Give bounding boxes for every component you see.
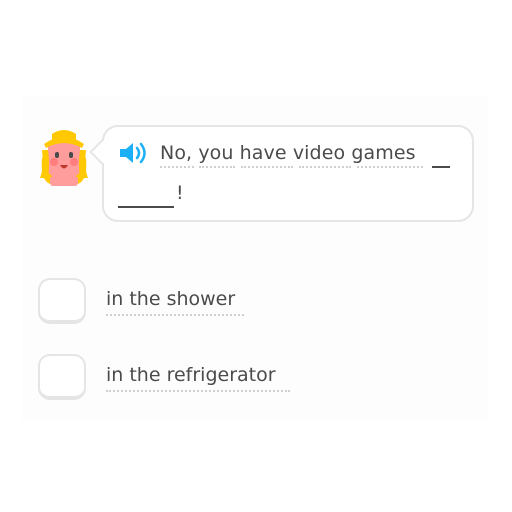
sentence-end: ! (176, 182, 184, 204)
answer-blank (432, 166, 450, 168)
word-hint-underline[interactable] (241, 166, 293, 168)
option-label: in the refrigerator (106, 364, 276, 386)
word-hint-underline[interactable] (357, 166, 423, 168)
word-hint-underline[interactable] (299, 166, 351, 168)
option-checkbox[interactable] (38, 354, 86, 400)
character-avatar-icon (40, 130, 88, 186)
sentence-text: No, you have video games (160, 142, 416, 164)
word-hint-underline[interactable] (106, 314, 244, 316)
option-label: in the shower (106, 288, 236, 310)
answer-blank (118, 206, 174, 208)
word-hint-underline[interactable] (106, 390, 290, 392)
word-hint-underline[interactable] (199, 166, 235, 168)
challenge-screen: No, you have video games ! in the shower… (0, 0, 512, 512)
option-in-the-shower[interactable]: in the shower (36, 278, 336, 330)
option-in-the-refrigerator[interactable]: in the refrigerator (36, 354, 336, 406)
speaker-icon[interactable] (118, 141, 148, 165)
option-checkbox[interactable] (38, 278, 86, 324)
word-hint-underline[interactable] (160, 166, 194, 168)
